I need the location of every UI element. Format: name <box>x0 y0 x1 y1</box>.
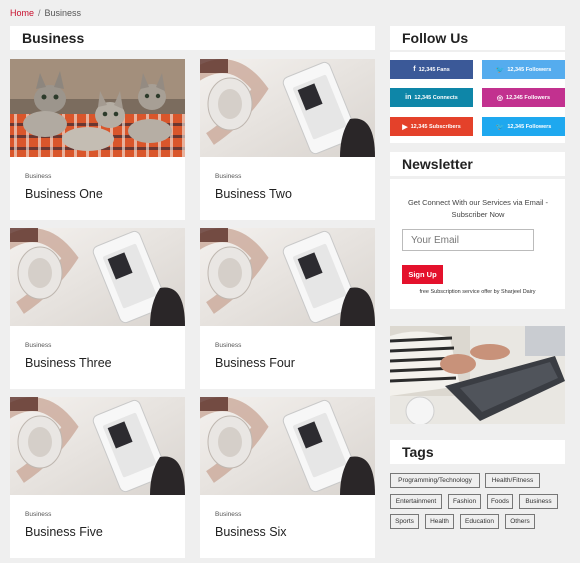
email-field[interactable] <box>402 229 534 251</box>
page-title: Business <box>22 30 85 46</box>
twitter-follow-button[interactable]: 🐦 12,345 Followers <box>482 60 565 79</box>
tag-link[interactable]: Health/Fitness <box>485 473 540 488</box>
post-title[interactable]: Business One <box>25 187 103 201</box>
post-category[interactable]: Business <box>25 342 51 349</box>
newsletter-heading: Newsletter <box>402 156 473 172</box>
facebook-follow-button[interactable]: f 12,345 Fans <box>390 60 473 79</box>
breadcrumb: Home / Business <box>10 8 81 18</box>
post-card[interactable]: Business Business Six <box>200 397 375 558</box>
tags-heading: Tags <box>402 444 434 460</box>
facebook-icon: f <box>413 66 416 73</box>
tags-heading-box: Tags <box>390 440 565 464</box>
youtube-follow-button[interactable]: ▶ 12,345 Subscribers <box>390 117 473 136</box>
tag-link[interactable]: Business <box>519 494 558 509</box>
post-image-headphones-phone[interactable] <box>200 59 375 157</box>
twitter-icon: 🐦 <box>495 66 505 74</box>
post-category[interactable]: Business <box>215 342 241 349</box>
newsletter-offer-text: free Subscription service offer by Sharj… <box>419 289 536 295</box>
tag-link[interactable]: Education <box>460 514 499 529</box>
follow-heading-box: Follow Us <box>390 26 565 50</box>
follow-count-label: 12,345 Fans <box>418 66 450 73</box>
post-category[interactable]: Business <box>25 173 51 180</box>
sidebar-image-laptop[interactable] <box>390 326 565 424</box>
post-image-headphones-phone[interactable] <box>10 228 185 326</box>
tag-link[interactable]: Programming/Technology <box>390 473 480 488</box>
linkedin-follow-button[interactable]: in 12,345 Connects <box>390 88 473 107</box>
follow-count-label: 12,345 Followers <box>507 123 552 130</box>
post-category[interactable]: Business <box>215 511 241 518</box>
tag-link[interactable]: Entertainment <box>390 494 442 509</box>
newsletter-heading-box: Newsletter <box>390 152 565 176</box>
post-title[interactable]: Business Three <box>25 356 112 370</box>
post-title[interactable]: Business Five <box>25 525 103 539</box>
instagram-follow-button[interactable]: ◎ 12,345 Followers <box>482 88 565 107</box>
breadcrumb-home-link[interactable]: Home <box>10 8 34 18</box>
breadcrumb-separator: / <box>38 8 41 18</box>
post-title[interactable]: Business Two <box>215 187 292 201</box>
tag-link[interactable]: Sports <box>390 514 419 529</box>
post-card[interactable]: Business Business Four <box>200 228 375 389</box>
follow-widget: f 12,345 Fans 🐦 12,345 Followers in 12,3… <box>390 52 565 143</box>
post-category[interactable]: Business <box>215 173 241 180</box>
post-title[interactable]: Business Six <box>215 525 287 539</box>
linkedin-icon: in <box>405 94 412 101</box>
instagram-icon: ◎ <box>496 94 504 102</box>
post-category[interactable]: Business <box>25 511 51 518</box>
youtube-icon: ▶ <box>402 123 408 131</box>
tag-link[interactable]: Health <box>425 514 454 529</box>
follow-count-label: 12,345 Followers <box>506 94 551 101</box>
twitter-icon: 🐦 <box>495 123 505 131</box>
follow-count-label: 12,345 Followers <box>507 66 552 73</box>
post-card[interactable]: Business Business Two <box>200 59 375 220</box>
post-image-kittens[interactable] <box>10 59 185 157</box>
post-image-headphones-phone[interactable] <box>200 397 375 495</box>
follow-count-label: 12,345 Connects <box>414 94 458 101</box>
newsletter-widget: Get Connect With our Services via Email … <box>390 179 565 309</box>
post-card[interactable]: Business Business Five <box>10 397 185 558</box>
twitter-follow-button-2[interactable]: 🐦 12,345 Followers <box>482 117 565 136</box>
follow-heading: Follow Us <box>402 30 469 46</box>
section-heading-box: Business <box>10 26 375 50</box>
tag-link[interactable]: Others <box>505 514 535 529</box>
tag-link[interactable]: Foods <box>487 494 513 509</box>
post-image-headphones-phone[interactable] <box>10 397 185 495</box>
post-title[interactable]: Business Four <box>215 356 295 370</box>
follow-count-label: 12,345 Subscribers <box>410 123 461 130</box>
sign-up-button[interactable]: Sign Up <box>402 265 443 284</box>
tag-link[interactable]: Fashion <box>448 494 481 509</box>
newsletter-description: Get Connect With our Services via Email … <box>407 198 549 219</box>
breadcrumb-current: Business <box>44 8 82 18</box>
post-card[interactable]: Business Business One <box>10 59 185 220</box>
post-card[interactable]: Business Business Three <box>10 228 185 389</box>
post-image-headphones-phone[interactable] <box>200 228 375 326</box>
